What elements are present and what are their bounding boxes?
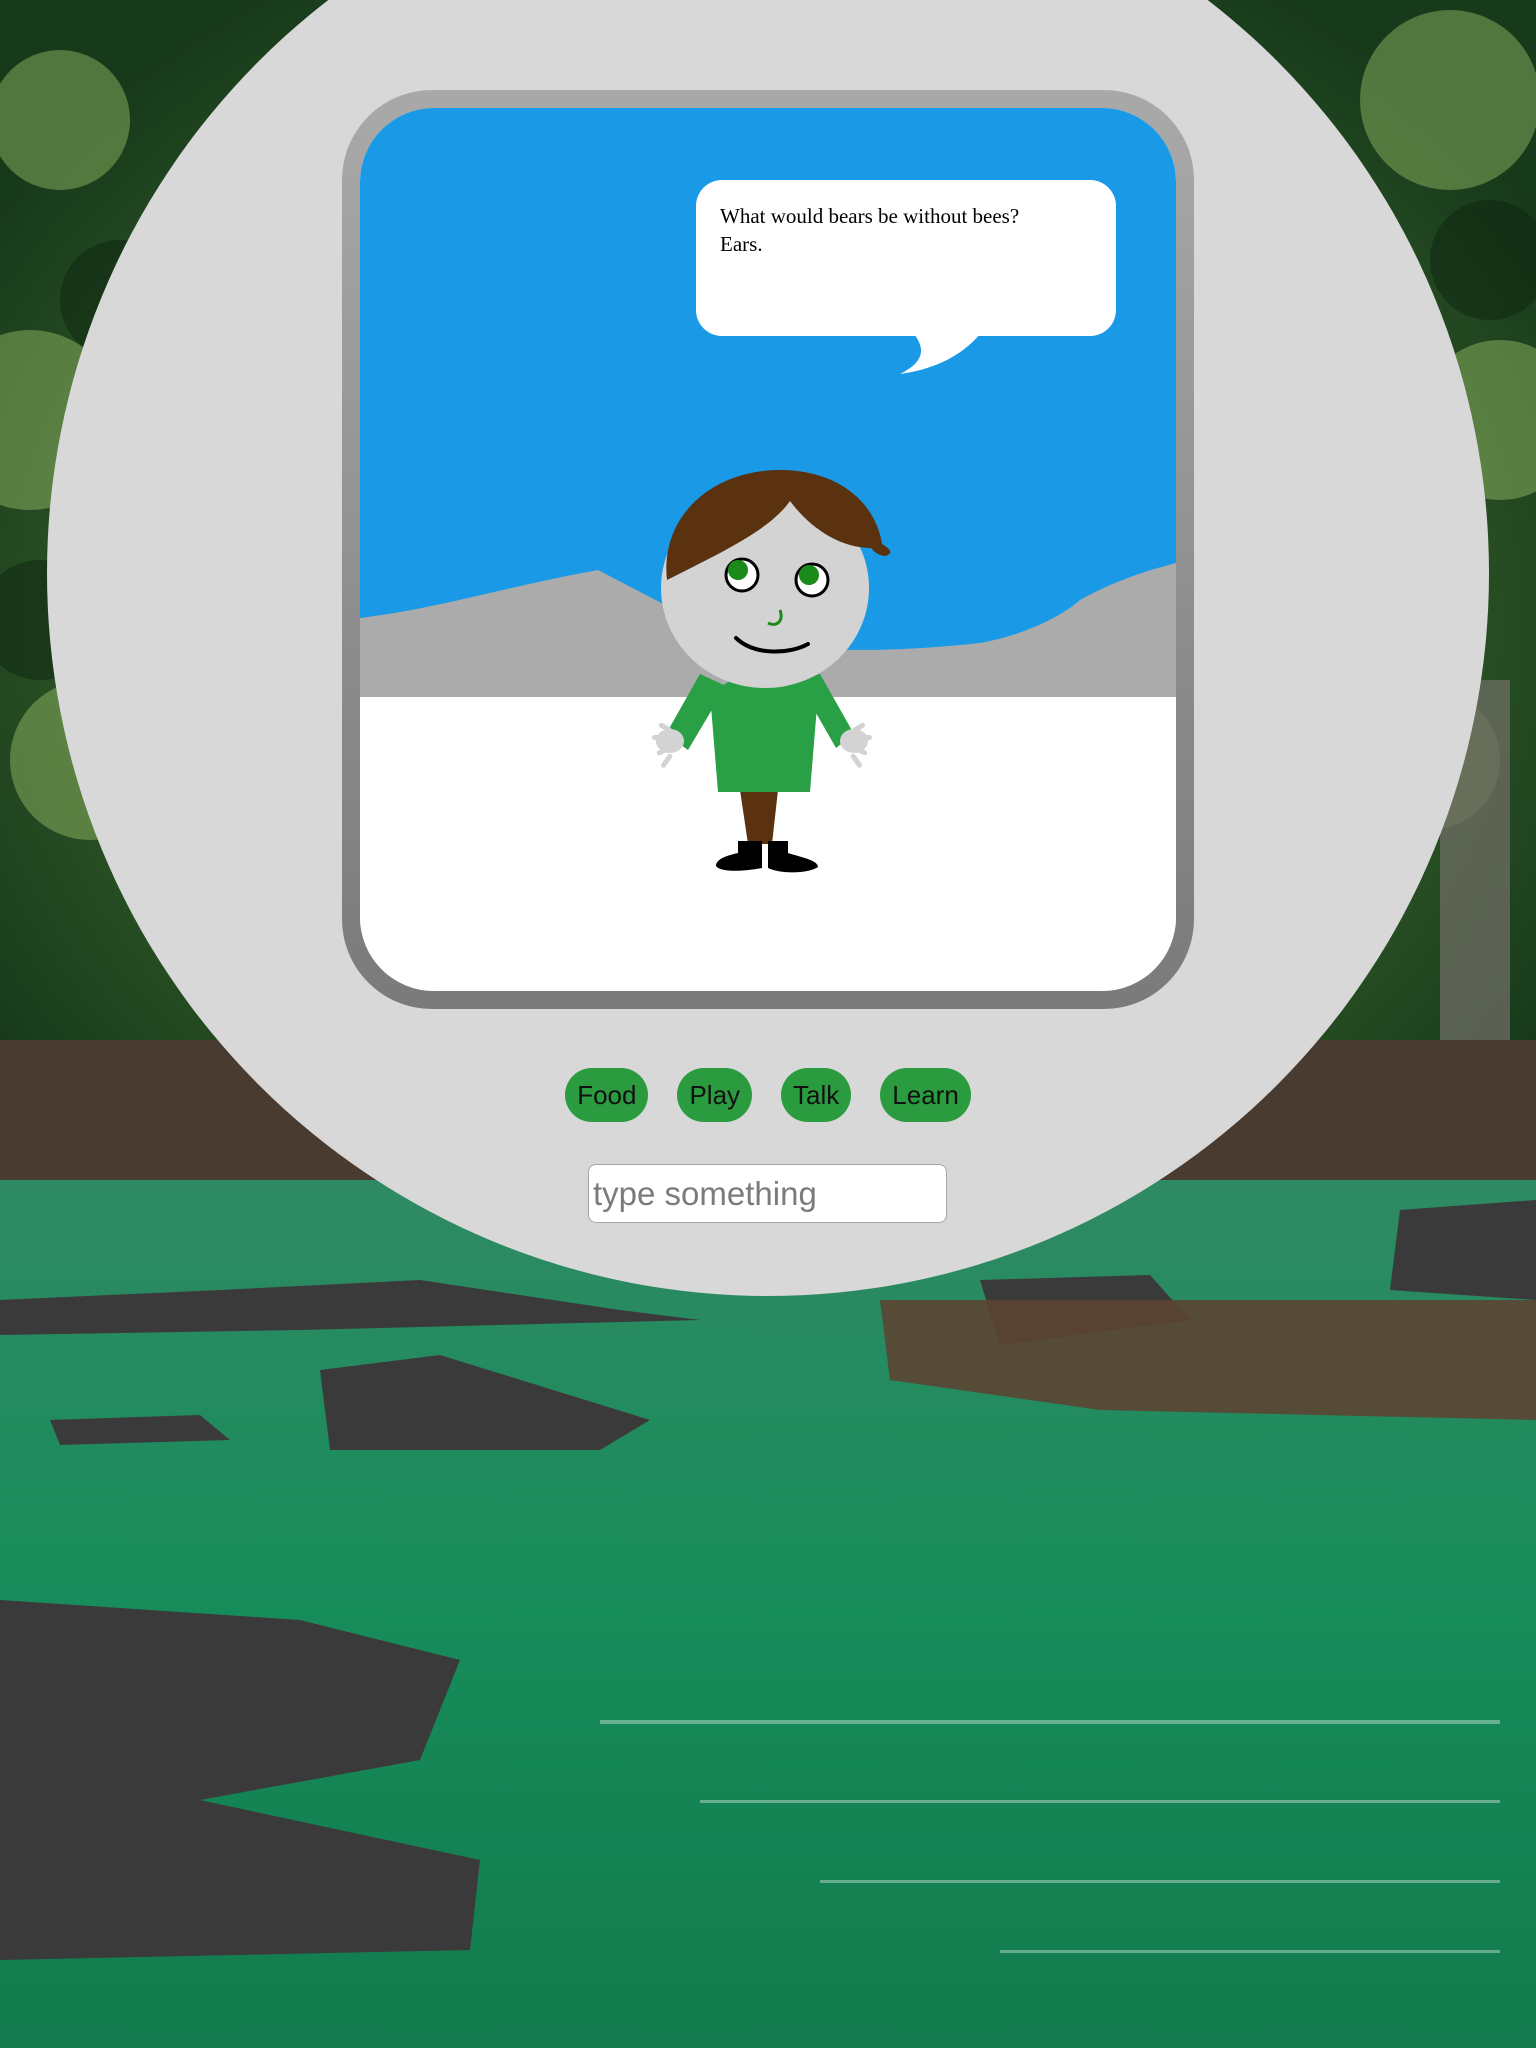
pet-screen: What would bears be without bees? Ears. [360,108,1176,991]
food-button[interactable]: Food [565,1068,649,1122]
pet-screen-frame: What would bears be without bees? Ears. [342,90,1194,1009]
learn-button[interactable]: Learn [880,1068,971,1122]
talk-button[interactable]: Talk [781,1068,852,1122]
speech-bubble-tail [900,334,980,374]
chat-input[interactable] [588,1164,947,1223]
play-button[interactable]: Play [677,1068,753,1122]
action-buttons: Food Play Talk Learn [0,1068,1536,1122]
